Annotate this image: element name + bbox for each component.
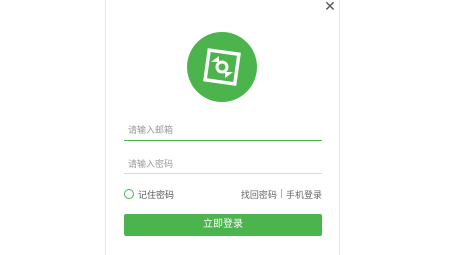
close-icon[interactable]: ✕: [323, 0, 337, 14]
forgot-password-link[interactable]: 找回密码: [241, 188, 277, 201]
logo-icon: [203, 48, 241, 86]
app-logo: [187, 32, 257, 102]
password-input[interactable]: [124, 157, 322, 173]
remember-password-toggle[interactable]: 记住密码: [124, 187, 174, 201]
remember-radio-icon[interactable]: [124, 189, 134, 199]
phone-login-link[interactable]: 手机登录: [286, 188, 322, 201]
remember-password-label: 记住密码: [138, 190, 175, 201]
email-input[interactable]: [124, 123, 322, 139]
account-links: 找回密码 | 手机登录: [241, 187, 322, 201]
link-separator: |: [279, 189, 283, 199]
login-button[interactable]: 立即登录: [124, 214, 322, 236]
email-underline: [124, 140, 322, 141]
password-underline: [124, 173, 322, 174]
